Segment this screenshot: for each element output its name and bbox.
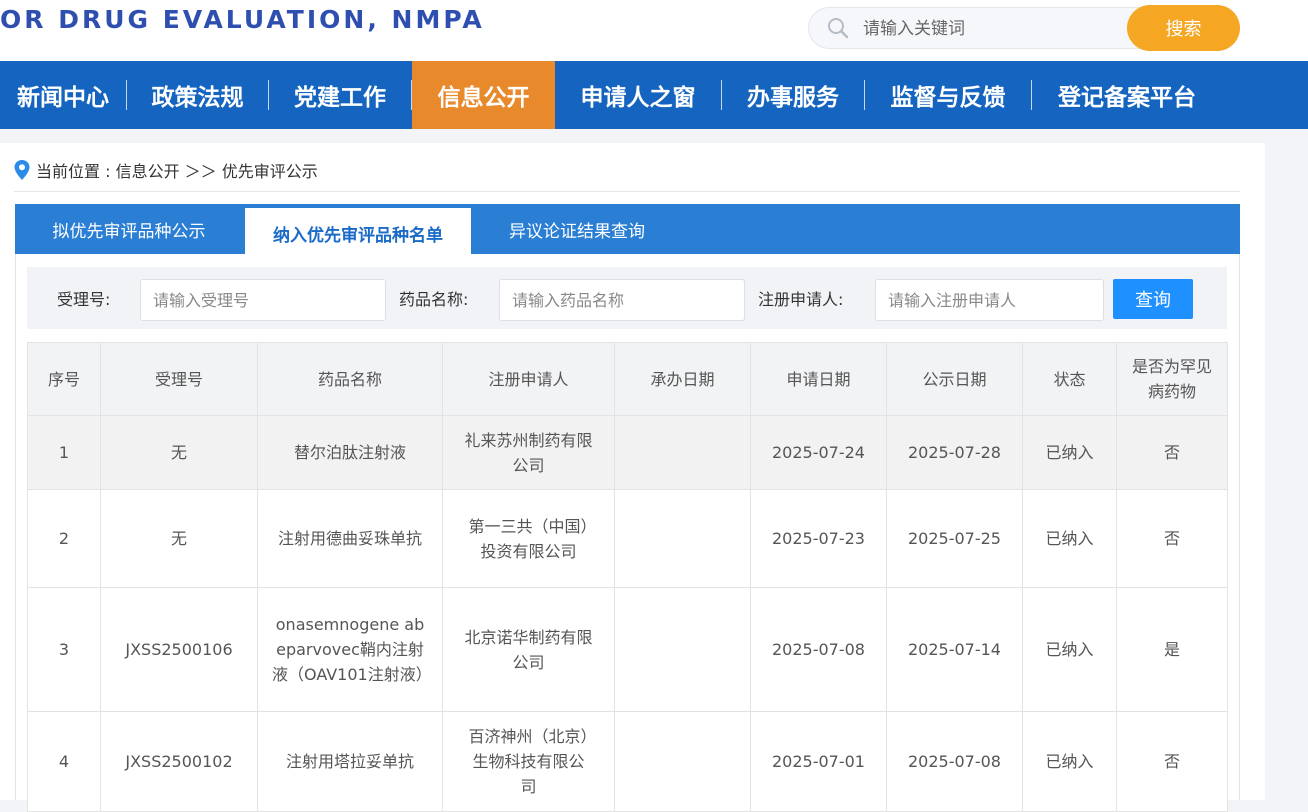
drug-name-label: 药品名称: — [399, 290, 469, 309]
query-button[interactable]: 查询 — [1113, 279, 1193, 319]
nav-item-services[interactable]: 办事服务 — [722, 61, 864, 129]
cell-publicize-date: 2025-07-25 — [886, 489, 1023, 588]
breadcrumb-divider — [14, 191, 1240, 192]
cell-acceptance: 无 — [100, 415, 258, 490]
cell-undertake-date — [614, 587, 751, 712]
cell-status: 已纳入 — [1022, 587, 1117, 712]
cell-applicant: 北京诺华制药有限公司 — [442, 587, 615, 712]
cell-rare-disease: 否 — [1116, 489, 1228, 588]
drug-name-input[interactable] — [499, 279, 745, 321]
cell-undertake-date — [614, 415, 751, 490]
tab-proposed-priority[interactable]: 拟优先审评品种公示 — [15, 204, 243, 254]
column-header-apply-date: 申请日期 — [750, 342, 887, 416]
cell-rare-disease: 否 — [1116, 711, 1228, 812]
table-row[interactable]: 1 无 替尔泊肽注射液 礼来苏州制药有限公司 2025-07-24 2025-0… — [27, 415, 1228, 490]
breadcrumb: 当前位置 : 信息公开 ＞＞ 优先审评公示 — [14, 157, 318, 183]
cell-acceptance: 无 — [100, 489, 258, 588]
cell-drug: onasemnogene abeparvovec鞘内注射液（OAV101注射液） — [257, 587, 443, 712]
table-row[interactable]: 2 无 注射用德曲妥珠单抗 第一三共（中国）投资有限公司 2025-07-23 … — [27, 489, 1228, 588]
tab-included-priority-list[interactable]: 纳入优先审评品种名单 — [245, 208, 471, 258]
cell-publicize-date: 2025-07-08 — [886, 711, 1023, 812]
column-header-applicant: 注册申请人 — [442, 342, 615, 416]
cell-undertake-date — [614, 489, 751, 588]
cell-apply-date: 2025-07-23 — [750, 489, 887, 588]
column-header-status: 状态 — [1022, 342, 1117, 416]
cell-acceptance: JXSS2500106 — [100, 587, 258, 712]
cell-apply-date: 2025-07-08 — [750, 587, 887, 712]
table-row[interactable]: 4 JXSS2500102 注射用塔拉妥单抗 百济神州（北京）生物科技有限公司 … — [27, 711, 1228, 812]
cell-status: 已纳入 — [1022, 415, 1117, 490]
cell-publicize-date: 2025-07-14 — [886, 587, 1023, 712]
cell-applicant: 礼来苏州制药有限公司 — [442, 415, 615, 490]
tab-bar: 拟优先审评品种公示 纳入优先审评品种名单 异议论证结果查询 — [15, 204, 1240, 258]
nav-item-applicant-window[interactable]: 申请人之窗 — [555, 61, 721, 129]
priority-review-table: 序号 受理号 药品名称 注册申请人 承办日期 申请日期 公示日期 状态 是否为罕… — [27, 342, 1228, 812]
column-header-no: 序号 — [27, 342, 101, 416]
cell-applicant: 百济神州（北京）生物科技有限公司 — [442, 711, 615, 812]
applicant-label: 注册申请人: — [758, 290, 844, 309]
main-nav: 新闻中心 政策法规 党建工作 信息公开 申请人之窗 办事服务 监督与反馈 登记备… — [0, 61, 1308, 129]
nav-item-policy[interactable]: 政策法规 — [127, 61, 268, 129]
nav-item-info-disclosure[interactable]: 信息公开 — [412, 61, 555, 129]
cell-status: 已纳入 — [1022, 711, 1117, 812]
location-pin-icon — [14, 160, 30, 180]
cell-drug: 注射用德曲妥珠单抗 — [257, 489, 443, 588]
nav-item-news[interactable]: 新闻中心 — [0, 61, 126, 129]
table-row[interactable]: 3 JXSS2500106 onasemnogene abeparvovec鞘内… — [27, 587, 1228, 712]
cell-no: 3 — [27, 587, 101, 712]
filter-bar: 受理号: 药品名称: 注册申请人: 查询 — [27, 267, 1227, 329]
search-icon — [828, 18, 849, 39]
cell-status: 已纳入 — [1022, 489, 1117, 588]
column-header-publicize-date: 公示日期 — [886, 342, 1023, 416]
nav-item-registration-platform[interactable]: 登记备案平台 — [1032, 61, 1222, 129]
column-header-undertake-date: 承办日期 — [614, 342, 751, 416]
site-title: OR DRUG EVALUATION, NMPA — [0, 5, 485, 34]
column-header-acceptance: 受理号 — [100, 342, 258, 416]
cell-apply-date: 2025-07-24 — [750, 415, 887, 490]
cell-no: 1 — [27, 415, 101, 490]
cell-apply-date: 2025-07-01 — [750, 711, 887, 812]
cell-rare-disease: 否 — [1116, 415, 1228, 490]
acceptance-number-input[interactable] — [140, 279, 386, 321]
cell-drug: 替尔泊肽注射液 — [257, 415, 443, 490]
cell-undertake-date — [614, 711, 751, 812]
cell-acceptance: JXSS2500102 — [100, 711, 258, 812]
table-header-row: 序号 受理号 药品名称 注册申请人 承办日期 申请日期 公示日期 状态 是否为罕… — [27, 342, 1228, 416]
tab-objection-results[interactable]: 异议论证结果查询 — [473, 204, 681, 254]
acceptance-label: 受理号: — [57, 290, 111, 309]
cell-no: 2 — [27, 489, 101, 588]
cell-publicize-date: 2025-07-28 — [886, 415, 1023, 490]
nav-item-supervision[interactable]: 监督与反馈 — [865, 61, 1031, 129]
column-header-rare-disease: 是否为罕见病药物 — [1116, 342, 1228, 416]
breadcrumb-text: 当前位置 : 信息公开 ＞＞ 优先审评公示 — [36, 162, 318, 181]
nav-item-party[interactable]: 党建工作 — [269, 61, 411, 129]
column-header-drug: 药品名称 — [257, 342, 443, 416]
applicant-input[interactable] — [875, 279, 1104, 321]
search-input[interactable] — [861, 14, 1115, 44]
header: OR DRUG EVALUATION, NMPA 搜索 — [0, 0, 1308, 61]
cell-drug: 注射用塔拉妥单抗 — [257, 711, 443, 812]
cell-rare-disease: 是 — [1116, 587, 1228, 712]
cell-no: 4 — [27, 711, 101, 812]
cell-applicant: 第一三共（中国）投资有限公司 — [442, 489, 615, 588]
search-button[interactable]: 搜索 — [1127, 5, 1240, 51]
